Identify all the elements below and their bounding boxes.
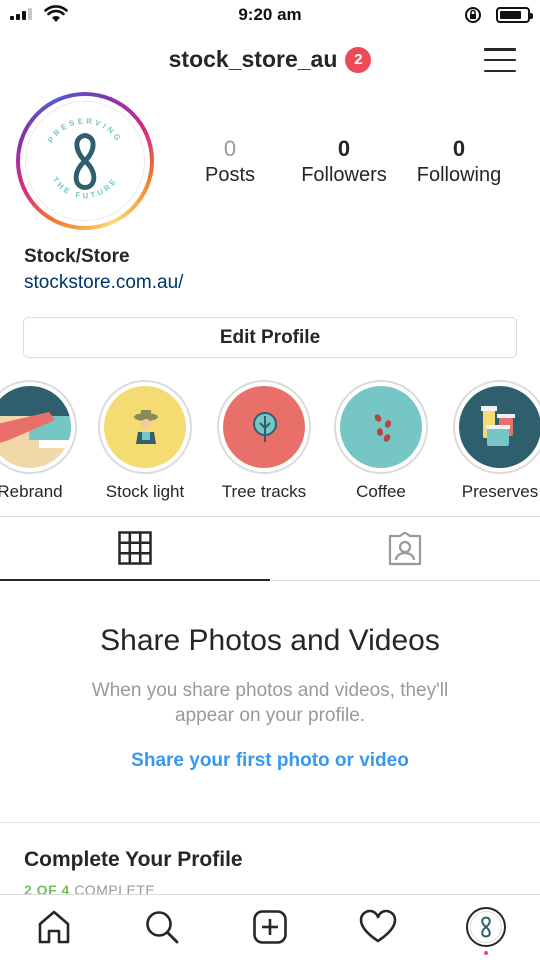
status-time: 9:20 am [238,5,302,24]
preserves-jars-highlight-cover [459,386,540,468]
highlight-label: Coffee [356,482,406,501]
highlight-label: Rebrand [0,482,63,501]
bottom-navigation [0,894,540,960]
grid-icon [118,531,152,565]
add-post-icon [253,910,287,944]
stat-followers[interactable]: 0 Followers [284,136,404,187]
farmer-highlight-cover [104,386,186,468]
highlight-label: Tree tracks [221,482,307,501]
activity-heart-icon [359,909,397,943]
section-divider [0,822,540,823]
tab-tagged[interactable] [270,517,540,581]
complete-profile-progress: 2 OF 4 COMPLETE [24,882,155,894]
progress-suffix: COMPLETE [74,882,156,894]
empty-state-title: Share Photos and Videos [100,624,440,657]
edit-profile-button[interactable]: Edit Profile [23,317,517,358]
highlight-item[interactable]: Coffee [331,380,431,502]
brand-logo: PRESERVING THE FUTURE [25,101,145,221]
tagged-icon [388,531,422,565]
profile-header: stock_store_au 2 [0,30,540,92]
nav-activity[interactable] [354,905,402,949]
notification-dot [484,951,488,955]
followers-label: Followers [301,164,387,186]
stat-posts[interactable]: 0 Posts [170,136,290,187]
status-bar: 9:20 am [0,0,540,30]
stat-following[interactable]: 0 Following [399,136,519,187]
nav-home[interactable] [30,905,78,949]
brand-logo-small-icon [481,916,491,938]
progress-count: 2 OF 4 [24,882,70,894]
highlight-item[interactable]: Tree tracks [214,380,314,502]
home-icon [38,910,70,944]
search-icon [146,911,179,944]
nav-profile-avatar [466,907,506,947]
following-count: 0 [452,136,466,161]
nav-profile[interactable] [462,905,510,955]
profile-avatar[interactable]: PRESERVING THE FUTURE [16,92,154,230]
display-name: Stock/Store [24,246,130,267]
story-highlights: Rebrand Stock light Tree tracks Coffee P… [0,380,540,510]
nav-search[interactable] [138,905,186,949]
empty-state-description: When you share photos and videos, they'l… [91,680,449,726]
highlight-label: Preserves [461,482,539,501]
hamburger-menu-icon[interactable] [484,46,516,74]
username: stock_store_au [168,46,338,72]
rotation-lock-icon [465,7,481,23]
notification-badge: 2 [345,46,372,73]
following-label: Following [416,164,502,186]
nav-new-post[interactable] [246,905,294,949]
highlight-item[interactable]: Rebrand [0,380,80,502]
highlight-item[interactable]: Stock light [95,380,195,502]
rebrand-highlight-cover [0,386,71,468]
battery-icon [496,7,533,23]
coffee-beans-highlight-cover [340,386,422,468]
complete-profile-title: Complete Your Profile [24,848,243,871]
posts-label: Posts [204,164,256,186]
tree-highlight-cover [223,386,305,468]
posts-count: 0 [223,136,237,161]
website-link[interactable]: stockstore.com.au/ [24,272,183,294]
highlight-item[interactable]: Preserves [450,380,540,502]
username-switcher[interactable]: stock_store_au 2 [0,46,540,73]
share-first-photo-link[interactable]: Share your first photo or video [0,750,540,772]
highlight-label: Stock light [105,482,185,501]
tab-grid[interactable] [0,517,270,581]
followers-count: 0 [337,136,351,161]
